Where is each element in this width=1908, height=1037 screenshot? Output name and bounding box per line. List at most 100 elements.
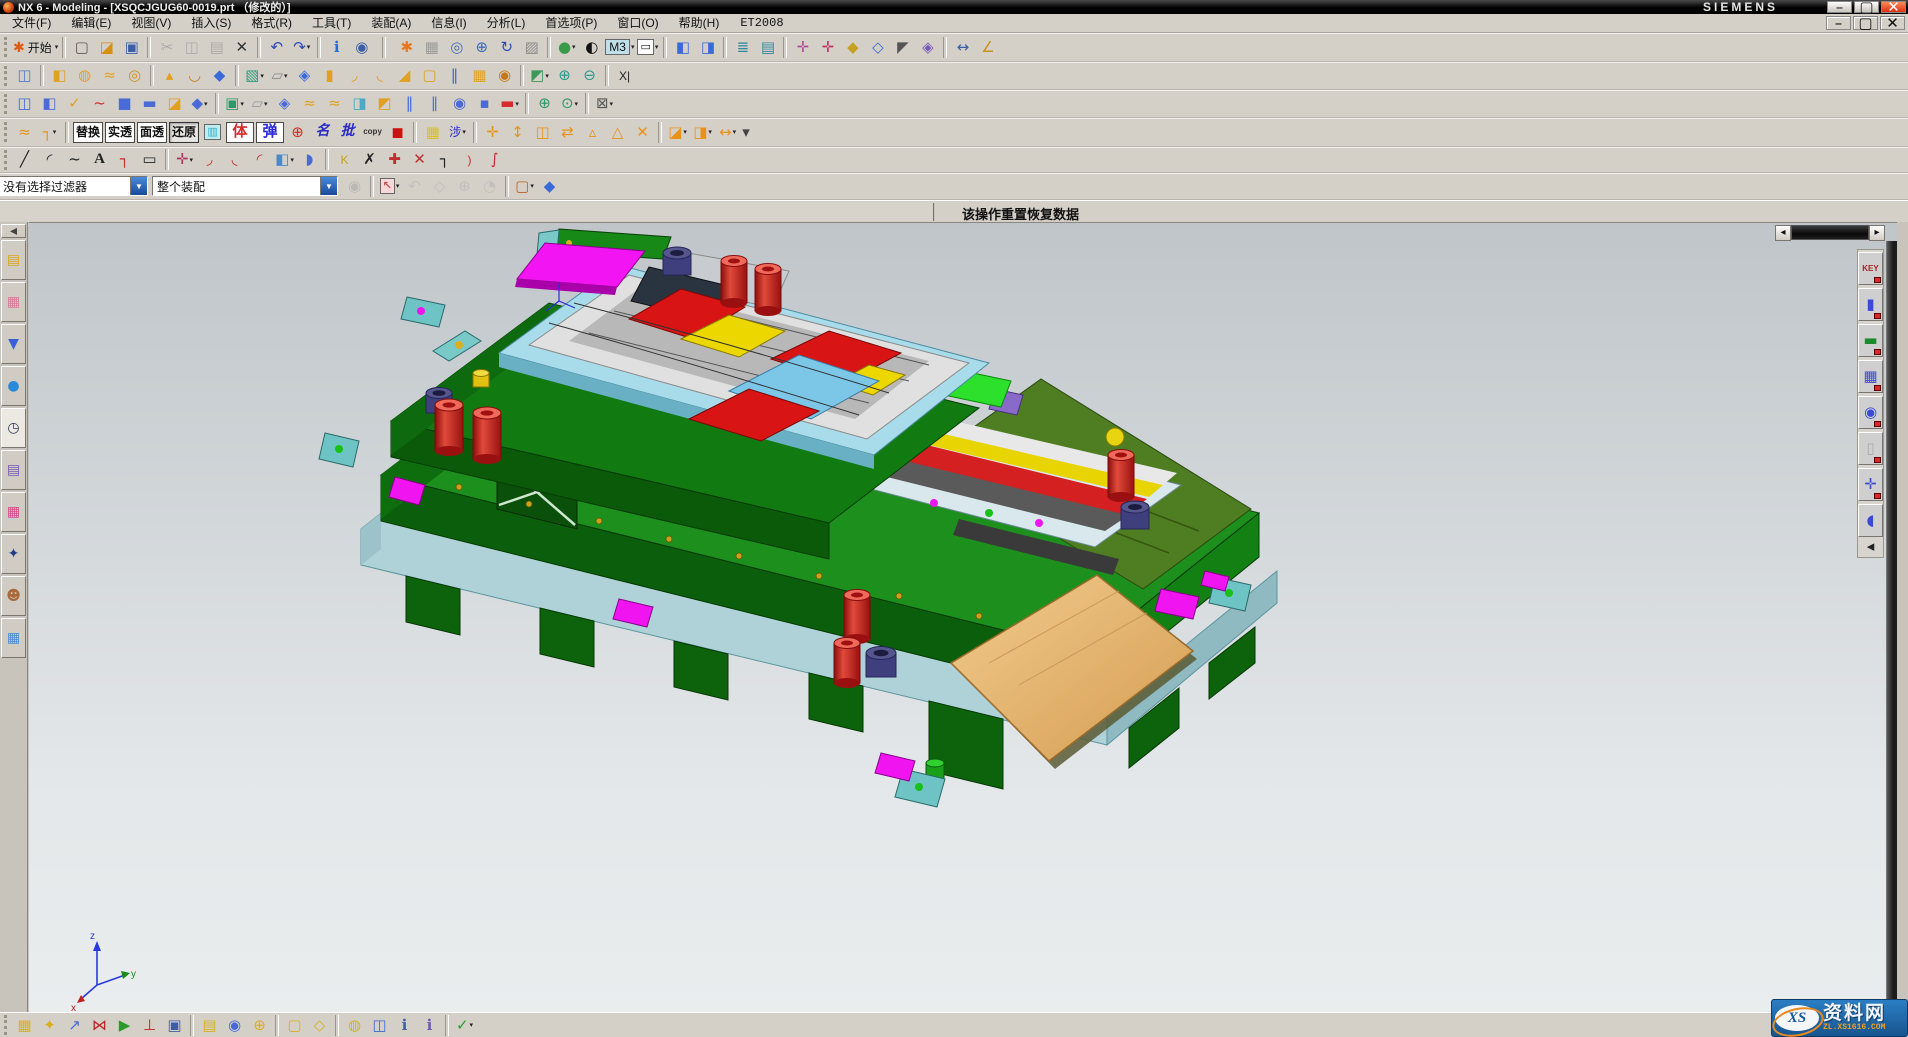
toolbar-drag-handle[interactable] xyxy=(4,150,8,170)
copy-macro-button[interactable]: copy xyxy=(360,120,385,144)
move-to-layer-button[interactable]: ▤ xyxy=(755,35,780,59)
yellow-pin[interactable] xyxy=(473,370,489,388)
open-button[interactable]: ◪ xyxy=(94,35,119,59)
reset-filter-button[interactable]: ↶ xyxy=(402,174,427,198)
line-button[interactable]: ╱ xyxy=(12,148,37,172)
text-feature-button[interactable]: X| xyxy=(612,64,637,88)
n-sided-surface-button[interactable]: ◩ xyxy=(372,92,397,116)
fit-view-button[interactable]: ▦ xyxy=(419,35,444,59)
move-component-button[interactable]: ↗ xyxy=(62,1014,87,1036)
dropdown-arrow-icon[interactable]: ▾ xyxy=(733,128,737,136)
point-constructor-button[interactable]: ✛ xyxy=(815,35,840,59)
save-button[interactable]: ▣ xyxy=(119,35,144,59)
visualization-tab[interactable]: ▦ xyxy=(1,492,26,532)
pan-view-button[interactable]: ▨ xyxy=(519,35,544,59)
copy-face-button[interactable]: ◪▾ xyxy=(665,120,690,144)
menu-help[interactable]: 帮助(H) xyxy=(669,11,730,35)
bend-flange-button[interactable]: ┐▾ xyxy=(37,120,62,144)
edge-blend-button[interactable]: ◞ xyxy=(342,64,367,88)
cut-button[interactable]: ✂ xyxy=(154,35,179,59)
shell-button[interactable]: ▢ xyxy=(417,64,442,88)
wcs-triad[interactable]: z y x xyxy=(71,931,136,1012)
copy-button[interactable]: ◫ xyxy=(179,35,204,59)
solid-translucent-macro-button[interactable]: 实透 xyxy=(105,122,135,143)
emboss-sheet-button[interactable]: ▬▾ xyxy=(497,92,522,116)
menu-preferences[interactable]: 首选项(P) xyxy=(535,11,607,35)
snap-disabled-button[interactable]: ⊕ xyxy=(452,174,477,198)
pattern-feature-button[interactable]: ▦ xyxy=(467,64,492,88)
scroll-right-button[interactable]: ▸ xyxy=(1869,225,1885,241)
sheet-from-curves-button[interactable]: ▱▾ xyxy=(247,92,272,116)
join-face-button[interactable]: ⊕ xyxy=(532,92,557,116)
toolbar-drag-handle[interactable] xyxy=(4,37,8,57)
curve-cross-button[interactable]: ✚ xyxy=(382,148,407,172)
paste-face-button[interactable]: ◨▾ xyxy=(690,120,715,144)
offset-surface-button[interactable]: ◪ xyxy=(162,92,187,116)
unite-button[interactable]: ⊕ xyxy=(552,64,577,88)
quick-trim-button[interactable]: ◜ xyxy=(247,148,272,172)
toolbar-drag-handle[interactable] xyxy=(4,94,8,114)
find-component-search-button[interactable]: ◉ xyxy=(342,174,367,198)
measure-angle-button[interactable]: ∠ xyxy=(975,35,1000,59)
delete-button[interactable]: ✕ xyxy=(229,35,254,59)
assembly-info-button[interactable]: ℹ xyxy=(392,1014,417,1036)
toolbar-drag-handle[interactable] xyxy=(4,1015,8,1035)
toolbar-drag-handle[interactable] xyxy=(4,122,8,142)
refresh-display-button[interactable]: ✱ xyxy=(394,35,419,59)
menu-insert[interactable]: 插入(S) xyxy=(181,11,241,35)
trimmed-sheet-button[interactable]: ◉ xyxy=(447,92,472,116)
snap-end-button[interactable]: ◇ xyxy=(865,35,890,59)
body-macro-button[interactable]: 体 xyxy=(226,122,254,143)
roles-tab[interactable]: ☻ xyxy=(1,576,26,616)
dropdown-arrow-icon[interactable]: ▾ xyxy=(55,43,59,51)
swept-button[interactable]: ≈ xyxy=(297,92,322,116)
selection-cursor-button[interactable]: ◤ xyxy=(890,35,915,59)
rotate-view-button[interactable]: ↻ xyxy=(494,35,519,59)
trim-curve-button[interactable]: ◟ xyxy=(222,148,247,172)
relations-browser-button[interactable]: ℹ xyxy=(417,1014,442,1036)
delete-body-button[interactable]: ▪ xyxy=(472,92,497,116)
undo-button[interactable]: ↶ xyxy=(264,35,289,59)
scroll-track[interactable] xyxy=(1791,225,1869,240)
subtract-button[interactable]: ⊖ xyxy=(577,64,602,88)
rectangle-button[interactable]: ▭ xyxy=(137,148,162,172)
project-curve-button[interactable]: ◧▾ xyxy=(272,148,297,172)
shaded-with-edges-button[interactable]: ◐ xyxy=(579,35,604,59)
assembly-navigator-tab[interactable]: ▤ xyxy=(1,240,26,280)
redo-button[interactable]: ↷▾ xyxy=(289,35,314,59)
extrude-button[interactable]: ◧ xyxy=(47,64,72,88)
sweep-along-guide-button[interactable]: ≈ xyxy=(97,64,122,88)
boss-button[interactable]: ▴ xyxy=(157,64,182,88)
face-display-macro-button[interactable]: ▥ xyxy=(200,120,225,144)
red-cube-macro-button[interactable]: ◼ xyxy=(385,120,410,144)
replace-macro-button[interactable]: 替换 xyxy=(73,122,103,143)
dropdown-arrow-icon[interactable]: ▾ xyxy=(515,100,519,108)
resize-face-button[interactable]: △ xyxy=(605,120,630,144)
selection-filter-dropdown-arrow[interactable]: ▼ xyxy=(130,177,147,195)
start-menu-button[interactable]: ✱开始▾ xyxy=(12,35,59,59)
vertical-scrollbar[interactable] xyxy=(1886,241,1897,1012)
resize-blend-button[interactable]: ▵ xyxy=(580,120,605,144)
dropdown-arrow-icon[interactable]: ▾ xyxy=(683,128,687,136)
wave-geometry-linker-button[interactable]: ◇ xyxy=(307,1014,332,1036)
collapse-resource-bar[interactable]: ◂ xyxy=(1,224,26,238)
extract-body-button[interactable]: ◆▾ xyxy=(187,92,212,116)
menu-edit[interactable]: 编辑(E) xyxy=(61,11,121,35)
fillet-curve-button[interactable]: ◞ xyxy=(197,148,222,172)
pattern-component-button[interactable]: ▤ xyxy=(197,1014,222,1036)
restore-button[interactable]: ▢ xyxy=(1853,16,1878,30)
constraint-navigator-tab[interactable]: ▦ xyxy=(1,282,26,322)
history-tab[interactable]: ◷ xyxy=(1,408,26,448)
name-macro-button[interactable]: 名 xyxy=(310,120,335,144)
search-binoculars-button[interactable]: ◉ xyxy=(349,35,374,59)
menu-information[interactable]: 信息(I) xyxy=(421,11,476,35)
restore-macro-button[interactable]: 还原 xyxy=(169,122,199,143)
trim-body-button[interactable]: ◩▾ xyxy=(527,64,552,88)
menu-window[interactable]: 窗口(O) xyxy=(607,11,668,35)
background-color-button[interactable]: ▭▾ xyxy=(635,35,660,59)
wireframe-cube-macro-button[interactable]: ▦ xyxy=(420,120,445,144)
v-groove-button[interactable]: ✓ xyxy=(62,92,87,116)
sphere-button[interactable]: ◈ xyxy=(292,64,317,88)
join-curves-button[interactable]: ✗ xyxy=(357,148,382,172)
exploded-views-button[interactable]: ◍ xyxy=(342,1014,367,1036)
